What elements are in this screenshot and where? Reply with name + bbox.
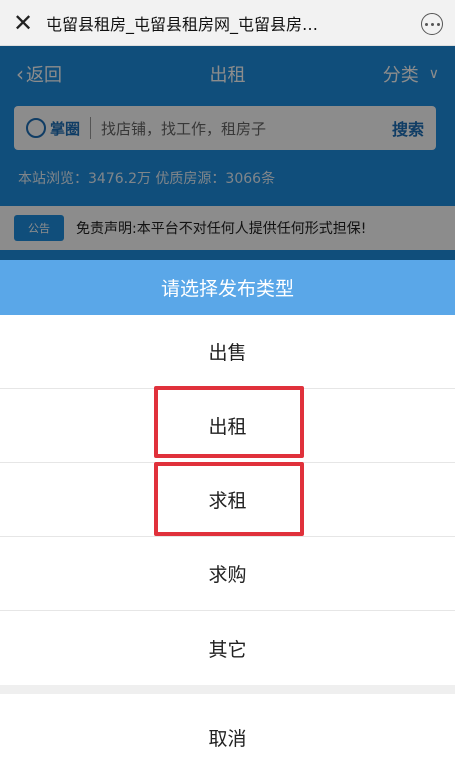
highlight-box-rent-out: [154, 386, 304, 458]
modal-overlay[interactable]: [0, 46, 455, 260]
highlight-box-rent-wanted: [154, 462, 304, 536]
sheet-gap: [0, 685, 455, 694]
wechat-title-bar: ✕ 屯留县租房_屯留县租房网_屯留县房…: [0, 0, 455, 46]
option-other[interactable]: 其它: [0, 611, 455, 685]
option-buy-wanted[interactable]: 求购: [0, 537, 455, 611]
cancel-button[interactable]: 取消: [0, 694, 455, 780]
close-icon[interactable]: ✕: [0, 0, 46, 46]
option-sell[interactable]: 出售: [0, 315, 455, 389]
more-icon[interactable]: [421, 13, 443, 35]
page-title: 屯留县租房_屯留县租房网_屯留县房…: [46, 14, 319, 34]
sheet-header: 请选择发布类型: [0, 260, 455, 315]
